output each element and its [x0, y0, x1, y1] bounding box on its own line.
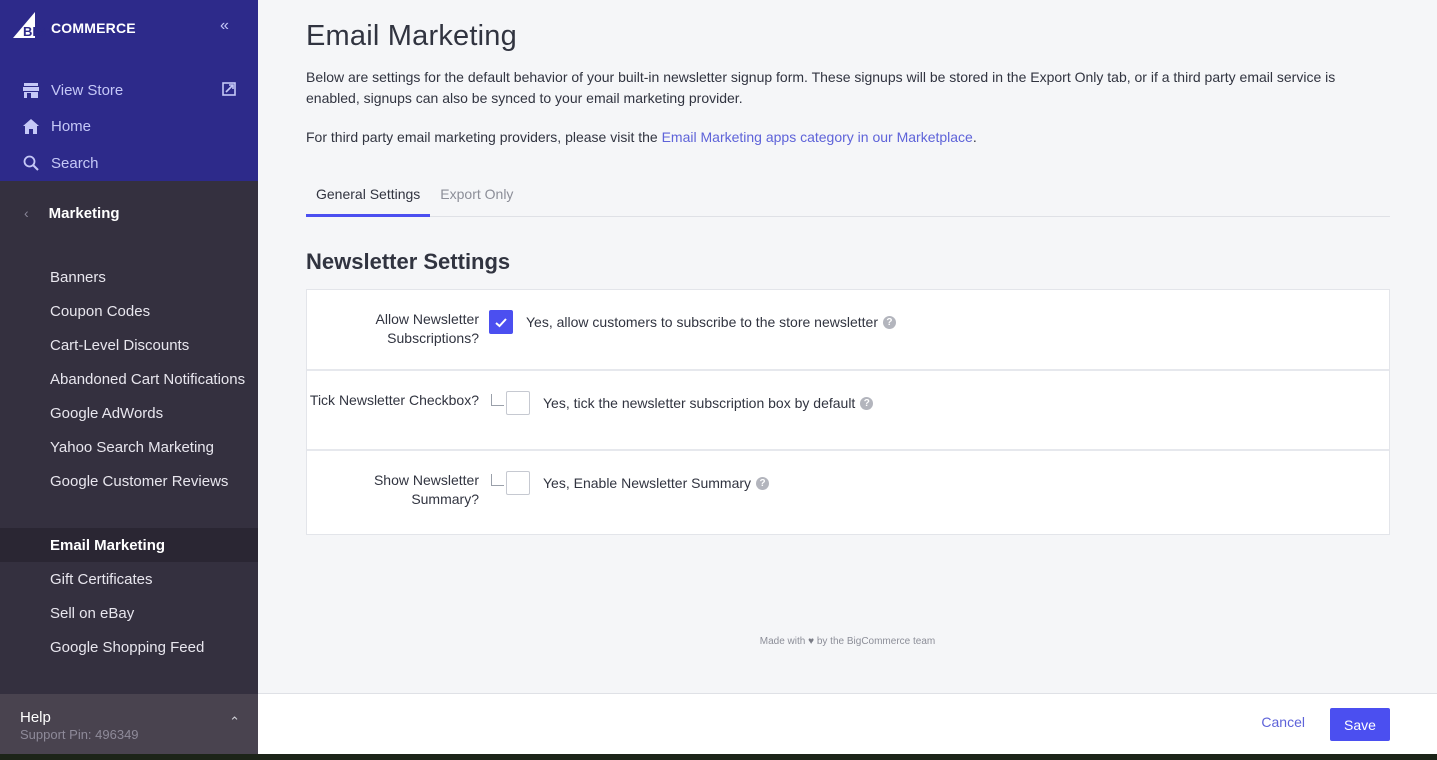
- marketplace-prefix: For third party email marketing provider…: [306, 129, 662, 145]
- nav-home[interactable]: Home: [0, 109, 258, 146]
- logo-text: COMMERCE: [51, 20, 136, 36]
- logo-mark-icon: BIG: [13, 12, 46, 38]
- action-bar: Cancel Save: [258, 693, 1437, 754]
- menu-item-google-customer-reviews[interactable]: Google Customer Reviews: [0, 464, 258, 498]
- menu-item-yahoo-search-marketing[interactable]: Yahoo Search Marketing: [0, 430, 258, 464]
- newsletter-settings-form: Allow Newsletter Subscriptions? Yes, all…: [306, 289, 1390, 535]
- setting-control: Yes, Enable Newsletter Summary ?: [479, 451, 770, 495]
- sidebar-top: BIG COMMERCE « View Store Home Search: [0, 0, 258, 181]
- main-content: Email Marketing Below are settings for t…: [258, 0, 1437, 694]
- menu-divider: [0, 498, 258, 528]
- show-summary-checkbox[interactable]: [506, 471, 530, 495]
- setting-row-show-summary: Show Newsletter Summary? Yes, Enable New…: [307, 449, 1389, 534]
- menu-item-google-shopping-feed[interactable]: Google Shopping Feed: [0, 630, 258, 664]
- search-icon: [22, 154, 40, 172]
- setting-option-label: Yes, allow customers to subscribe to the…: [526, 314, 878, 330]
- sidebar: BIG COMMERCE « View Store Home Search ‹ …: [0, 0, 258, 754]
- menu-item-email-marketing[interactable]: Email Marketing: [0, 528, 258, 562]
- nav-search-label: Search: [51, 154, 99, 172]
- top-nav: View Store Home Search: [0, 72, 258, 182]
- collapse-sidebar-button[interactable]: «: [220, 18, 229, 34]
- nav-home-label: Home: [51, 118, 92, 136]
- menu-item-coupon-codes[interactable]: Coupon Codes: [0, 294, 258, 328]
- nav-view-store[interactable]: View Store: [0, 72, 258, 109]
- nav-search[interactable]: Search: [0, 145, 258, 182]
- marketplace-suffix: .: [972, 129, 977, 145]
- desktop-background-strip: [0, 754, 1437, 760]
- support-pin: Support Pin: 496349: [20, 727, 139, 742]
- setting-control: Yes, allow customers to subscribe to the…: [479, 290, 896, 334]
- made-with-suffix: by the BigCommerce team: [816, 636, 936, 647]
- chevron-left-icon: ‹: [24, 205, 29, 221]
- page-description: Below are settings for the default behav…: [306, 69, 1336, 106]
- nav-view-store-label: View Store: [51, 81, 124, 99]
- made-with-prefix: Made with: [759, 636, 806, 647]
- heart-icon: ♥: [808, 636, 815, 647]
- external-link-icon[interactable]: [222, 82, 236, 100]
- tick-newsletter-checkbox[interactable]: [506, 391, 530, 415]
- tab-export-only[interactable]: Export Only: [430, 178, 523, 217]
- home-icon: [22, 118, 40, 136]
- section-marketing[interactable]: ‹ Marketing: [0, 181, 258, 245]
- help-title: Help: [20, 709, 51, 726]
- indent-connector-icon: [491, 394, 504, 406]
- checkmark-icon: [495, 317, 507, 327]
- menu-item-cart-level-discounts[interactable]: Cart-Level Discounts: [0, 328, 258, 362]
- marketplace-link[interactable]: Email Marketing apps category in our Mar…: [662, 129, 973, 145]
- chevron-up-icon[interactable]: ⌃: [229, 714, 240, 730]
- store-icon: [22, 81, 40, 99]
- bigcommerce-logo[interactable]: BIG COMMERCE: [13, 12, 136, 38]
- menu-item-gift-certificates[interactable]: Gift Certificates: [0, 562, 258, 596]
- setting-option-label: Yes, Enable Newsletter Summary: [543, 475, 752, 491]
- marketplace-note: For third party email marketing provider…: [306, 127, 977, 148]
- tab-general-settings[interactable]: General Settings: [306, 178, 431, 217]
- page-title: Email Marketing: [306, 20, 517, 52]
- allow-subscriptions-checkbox[interactable]: [489, 310, 513, 334]
- setting-label: Allow Newsletter Subscriptions?: [375, 311, 479, 346]
- tabs: General Settings Export Only: [306, 178, 1390, 217]
- indent-connector-icon: [491, 474, 504, 486]
- menu-item-abandoned-cart-notifications[interactable]: Abandoned Cart Notifications: [0, 362, 258, 396]
- setting-label: Show Newsletter Summary?: [373, 472, 479, 507]
- svg-text:BIG: BIG: [23, 24, 46, 38]
- section-marketing-label: Marketing: [48, 204, 120, 222]
- help-panel[interactable]: Help Support Pin: 496349 ⌃: [0, 694, 258, 754]
- marketing-menu: Banners Coupon Codes Cart-Level Discount…: [0, 260, 258, 664]
- setting-control: Yes, tick the newsletter subscription bo…: [479, 371, 874, 415]
- menu-item-banners[interactable]: Banners: [0, 260, 258, 294]
- setting-row-allow-subscriptions: Allow Newsletter Subscriptions? Yes, all…: [307, 290, 1389, 369]
- double-chevron-left-icon: «: [220, 17, 229, 34]
- help-question-icon[interactable]: ?: [882, 315, 896, 329]
- menu-item-sell-on-ebay[interactable]: Sell on eBay: [0, 596, 258, 630]
- newsletter-settings-title: Newsletter Settings: [306, 249, 511, 274]
- save-button[interactable]: Save: [1330, 708, 1390, 741]
- menu-item-google-adwords[interactable]: Google AdWords: [0, 396, 258, 430]
- help-question-icon[interactable]: ?: [860, 396, 874, 410]
- help-question-icon[interactable]: ?: [756, 476, 770, 490]
- setting-label: Tick Newsletter Checkbox?: [309, 392, 479, 408]
- setting-row-tick-checkbox: Tick Newsletter Checkbox? Yes, tick the …: [307, 369, 1389, 449]
- made-with-footer: Made with ♥ by the BigCommerce team: [258, 636, 1437, 647]
- cancel-button[interactable]: Cancel: [1261, 714, 1305, 730]
- setting-option-label: Yes, tick the newsletter subscription bo…: [543, 395, 856, 411]
